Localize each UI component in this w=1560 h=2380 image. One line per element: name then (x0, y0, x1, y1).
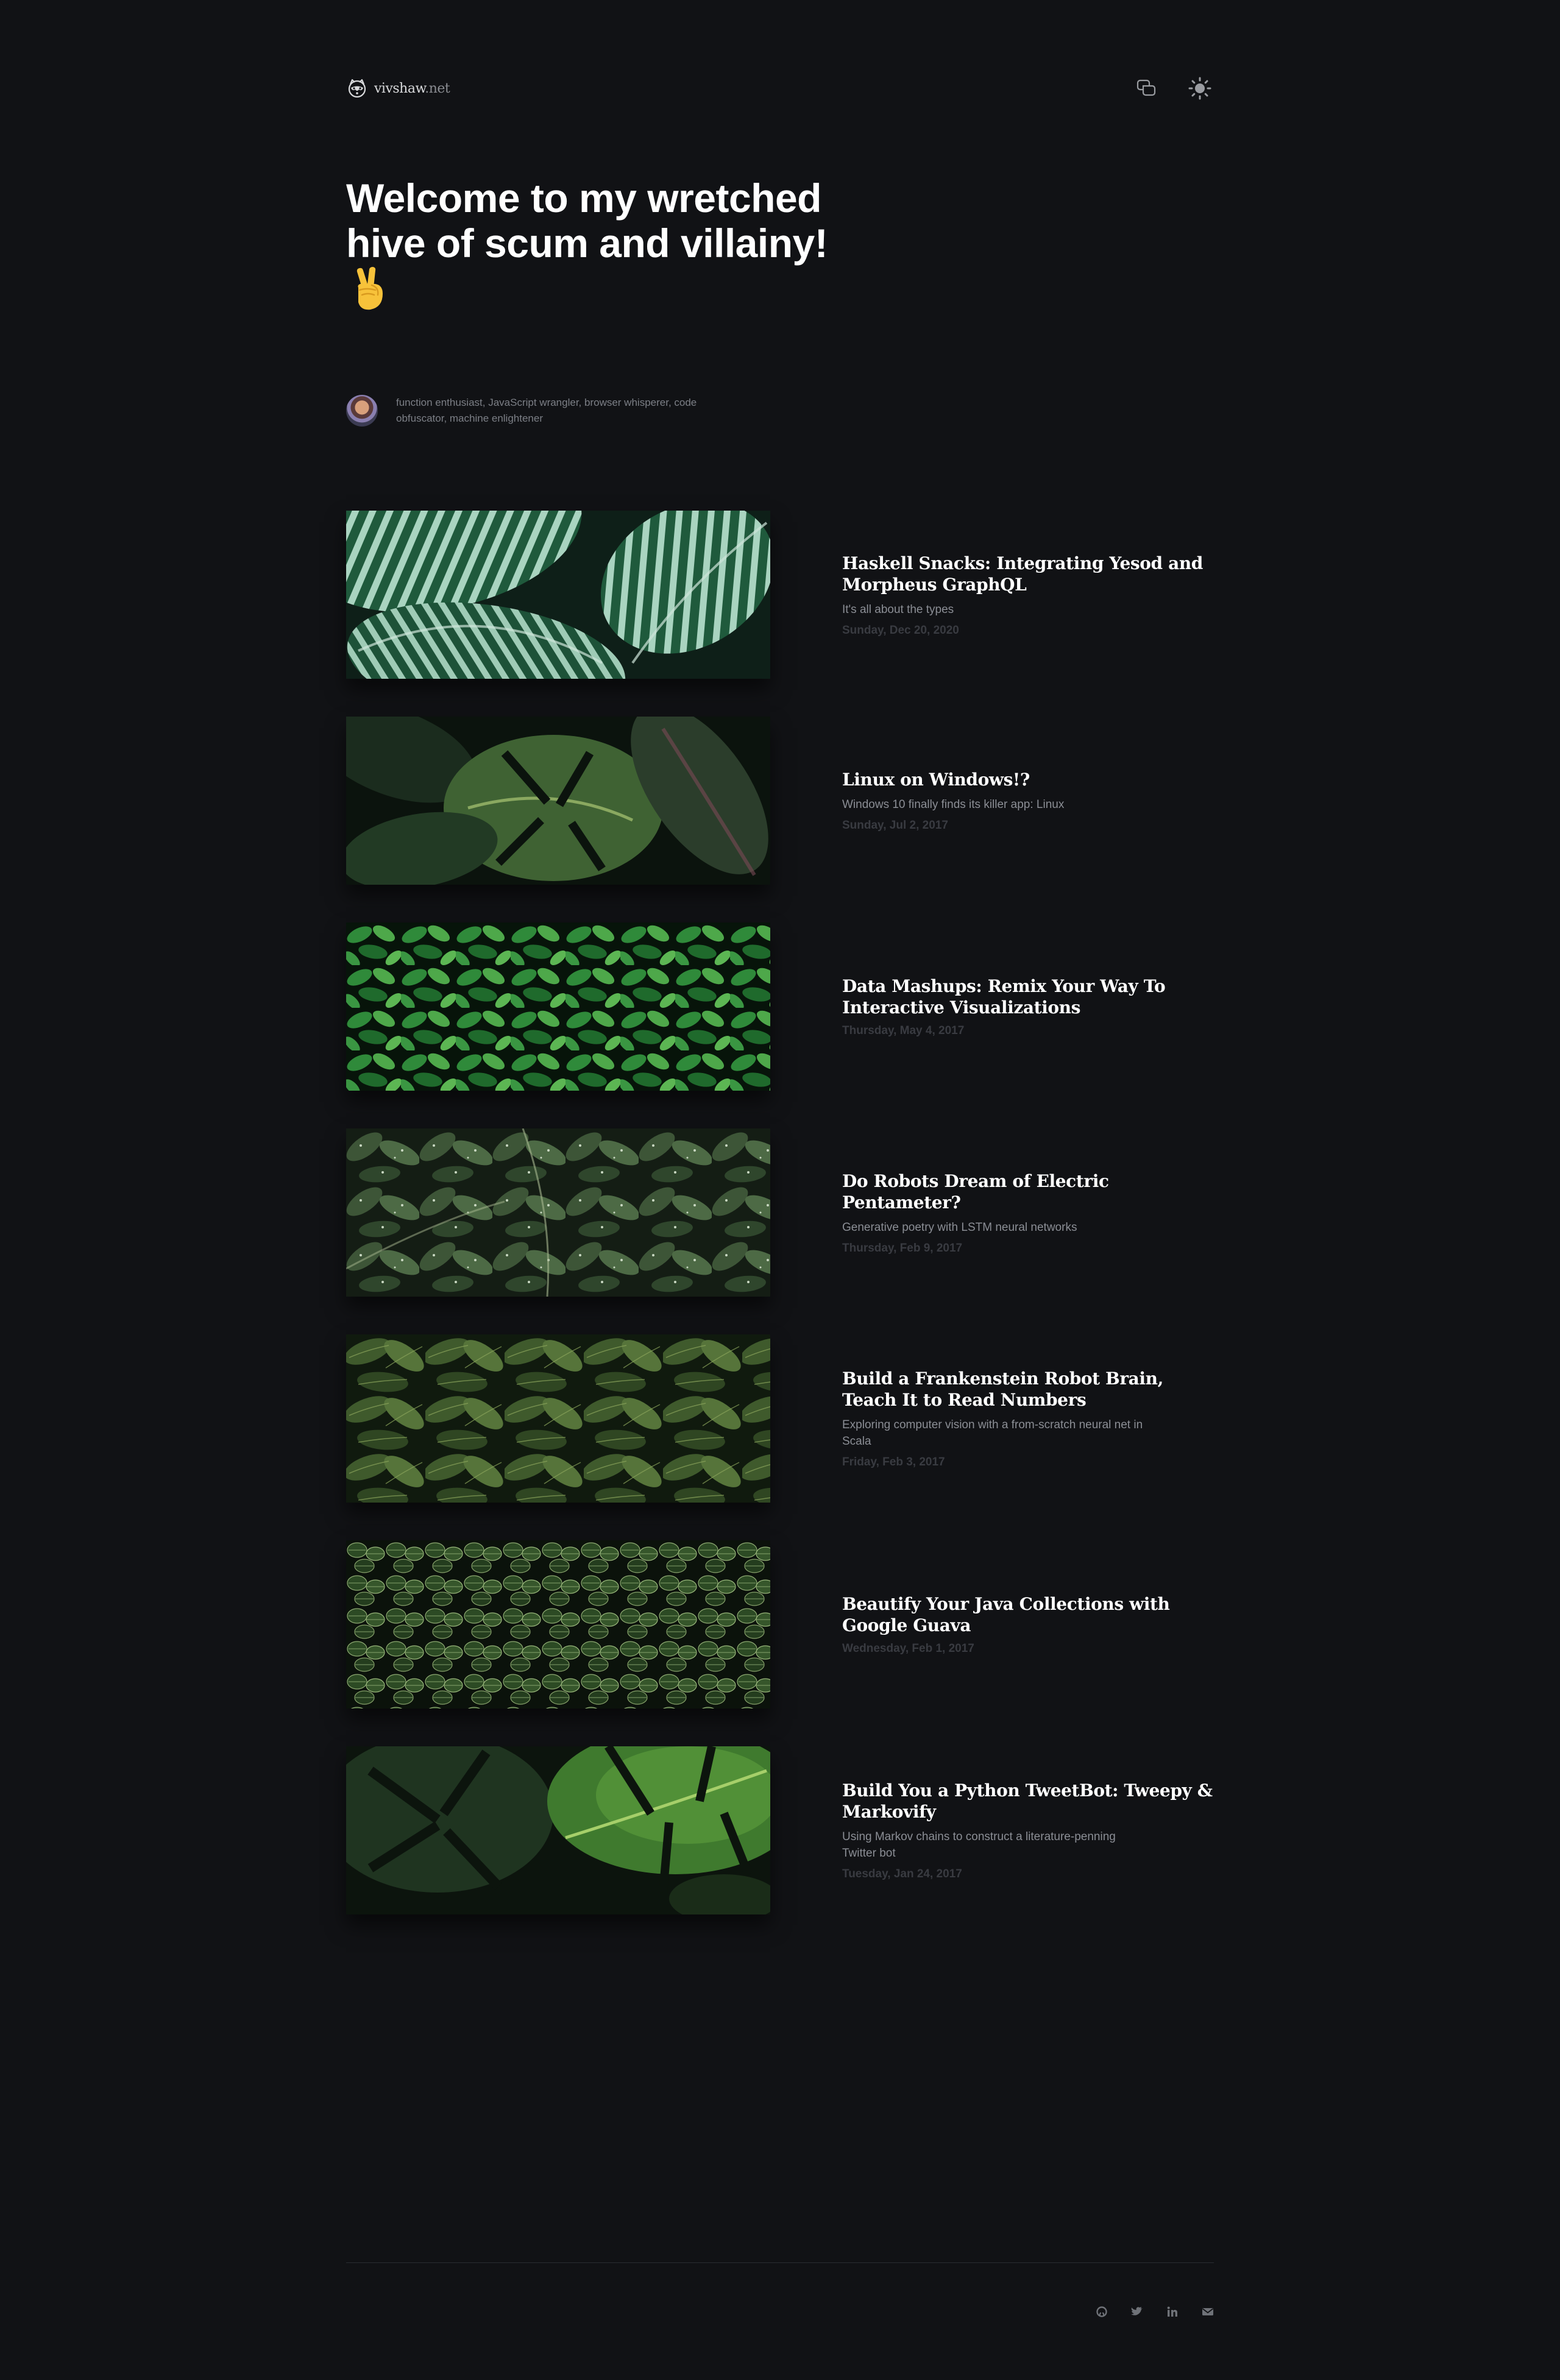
hero-title: Welcome to my wretched hive of scum and … (346, 175, 828, 266)
post-image (346, 1334, 770, 1503)
post-title[interactable]: Linux on Windows!? (842, 769, 1220, 790)
post-subtitle: It's all about the types (842, 603, 954, 616)
post-subtitle: Windows 10 finally finds its killer app:… (842, 798, 1065, 811)
striped-calathea-leaves-image (346, 511, 770, 679)
post-subtitle: Generative poetry with LSTM neural netwo… (842, 1220, 1077, 1234)
chat-bubbles-icon (1136, 79, 1156, 96)
post-image (346, 1746, 770, 1914)
post-text: Do Robots Dream of Electric Pentameter? … (842, 1128, 1220, 1297)
post-card[interactable]: Linux on Windows!? Windows 10 finally fi… (346, 717, 1214, 885)
bio-text: function enthusiast, JavaScript wrangler… (396, 397, 697, 424)
post-image (346, 1128, 770, 1297)
post-text: Haskell Snacks: Integrating Yesod and Mo… (842, 511, 1220, 679)
post-date: Sunday, Jul 2, 2017 (842, 819, 948, 832)
post-title[interactable]: Data Mashups: Remix Your Way To Interact… (842, 976, 1220, 1018)
fittonia-leaves-image (346, 1540, 770, 1709)
avatar (346, 395, 378, 427)
linkedin-icon (1167, 2306, 1177, 2317)
footer-divider (346, 2262, 1214, 2263)
post-card[interactable]: Data Mashups: Remix Your Way To Interact… (346, 923, 1214, 1091)
victory-hand-emoji (356, 267, 383, 310)
post-title[interactable]: Build You a Python TweetBot: Tweepy & Ma… (842, 1780, 1220, 1822)
post-image (346, 717, 770, 885)
theme-toggle-button[interactable] (1187, 76, 1213, 101)
github-icon (1096, 2306, 1107, 2317)
sun-icon (1188, 77, 1211, 100)
chat-button[interactable] (1133, 76, 1159, 101)
post-subtitle: Using Markov chains to construct a liter… (842, 1830, 1116, 1860)
post-card[interactable]: Do Robots Dream of Electric Pentameter? … (346, 1128, 1214, 1297)
post-date: Friday, Feb 3, 2017 (842, 1456, 945, 1468)
github-link[interactable] (1093, 2303, 1110, 2320)
twitter-icon (1131, 2307, 1143, 2315)
mail-icon (1202, 2308, 1214, 2315)
post-date: Wednesday, Feb 1, 2017 (842, 1642, 974, 1655)
hosta-leaves-image (346, 1334, 770, 1503)
monstera-leaves-image (346, 717, 770, 885)
post-text: Data Mashups: Remix Your Way To Interact… (842, 923, 1220, 1091)
post-date: Sunday, Dec 20, 2020 (842, 623, 959, 637)
bright-green-shrub-image (346, 923, 770, 1091)
linkedin-link[interactable] (1164, 2303, 1181, 2320)
wet-leaves-image (346, 1128, 770, 1297)
post-text: Linux on Windows!? Windows 10 finally fi… (842, 717, 1220, 885)
post-date: Thursday, Feb 9, 2017 (842, 1241, 963, 1255)
post-card[interactable]: Haskell Snacks: Integrating Yesod and Mo… (346, 511, 1214, 679)
site-header: vivshaw.net (346, 74, 1214, 102)
post-title[interactable]: Haskell Snacks: Integrating Yesod and Mo… (842, 553, 1220, 595)
post-image (346, 511, 770, 679)
brand-name-main: vivshaw (374, 80, 425, 96)
brand-name: vivshaw.net (374, 81, 450, 96)
post-text: Build You a Python TweetBot: Tweepy & Ma… (842, 1746, 1220, 1914)
page: vivshaw.net Welcome to my wretched hive … (346, 0, 1214, 2380)
home-link[interactable]: vivshaw.net (346, 74, 450, 102)
post-text: Build a Frankenstein Robot Brain, Teach … (842, 1334, 1220, 1503)
post-card[interactable]: Build You a Python TweetBot: Tweepy & Ma… (346, 1746, 1214, 1914)
monstera-closeup-image (346, 1746, 770, 1914)
post-card[interactable]: Build a Frankenstein Robot Brain, Teach … (346, 1334, 1214, 1503)
post-subtitle: Exploring computer vision with a from-sc… (842, 1418, 1143, 1448)
post-title[interactable]: Beautify Your Java Collections with Goog… (842, 1593, 1220, 1636)
post-title[interactable]: Build a Frankenstein Robot Brain, Teach … (842, 1368, 1220, 1411)
post-text: Beautify Your Java Collections with Goog… (842, 1540, 1220, 1709)
post-date: Tuesday, Jan 24, 2017 (842, 1868, 962, 1880)
raccoon-face-icon (348, 79, 366, 98)
brand-tld: .net (425, 80, 450, 96)
post-date: Thursday, May 4, 2017 (842, 1024, 965, 1037)
post-image (346, 1540, 770, 1709)
post-title[interactable]: Do Robots Dream of Electric Pentameter? (842, 1171, 1220, 1213)
post-card[interactable]: Beautify Your Java Collections with Goog… (346, 1540, 1214, 1709)
twitter-link[interactable] (1129, 2303, 1146, 2320)
email-link[interactable] (1199, 2303, 1216, 2320)
post-image (346, 923, 770, 1091)
